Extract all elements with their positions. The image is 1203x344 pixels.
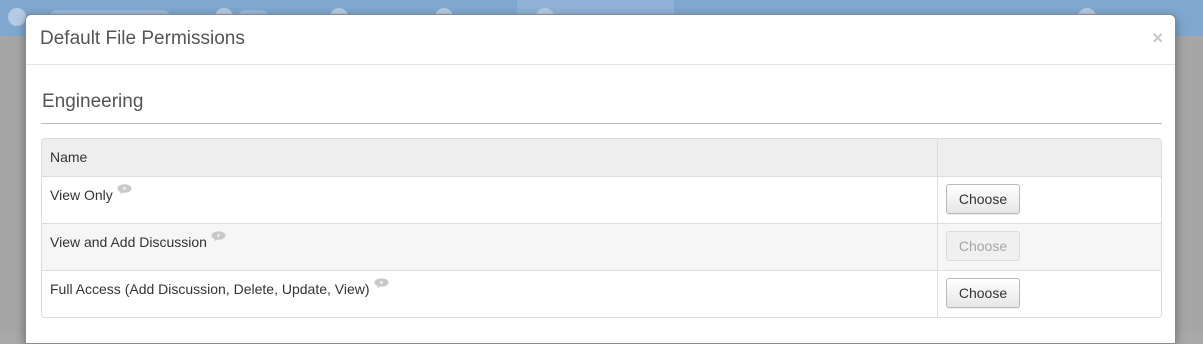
default-file-permissions-modal: Default File Permissions × Engineering N… [25,14,1176,344]
permission-name: View Only [50,187,113,203]
modal-header: Default File Permissions × [26,15,1175,65]
permission-name: View and Add Discussion [50,234,207,250]
back-icon [8,8,26,26]
permission-name: Full Access (Add Discussion, Delete, Upd… [50,281,370,297]
action-cell: Choose [938,271,1161,317]
table-header-row: Name [42,139,1161,176]
choose-button-disabled: Choose [946,231,1020,261]
table-row: Full Access (Add Discussion, Delete, Upd… [42,270,1161,317]
column-header-action [938,139,1161,176]
speech-bubble-icon[interactable] [211,231,226,242]
speech-bubble-icon[interactable] [117,184,132,195]
table-row: View Only Choose [42,176,1161,223]
permission-name-cell: View Only [42,177,938,223]
permission-name-cell: Full Access (Add Discussion, Delete, Upd… [42,271,938,317]
column-header-name: Name [42,139,938,176]
section-divider [41,123,1162,124]
action-cell: Choose [938,224,1161,270]
action-cell: Choose [938,177,1161,223]
modal-title: Default File Permissions [40,28,245,49]
speech-bubble-icon[interactable] [374,278,389,289]
section-title: Engineering [42,91,144,112]
choose-button[interactable]: Choose [946,278,1020,308]
choose-button[interactable]: Choose [946,184,1020,214]
permission-name-cell: View and Add Discussion [42,224,938,270]
close-icon[interactable]: × [1152,28,1163,48]
table-row: View and Add Discussion Choose [42,223,1161,270]
permissions-table: Name View Only Choose View and Add Discu… [41,138,1162,318]
